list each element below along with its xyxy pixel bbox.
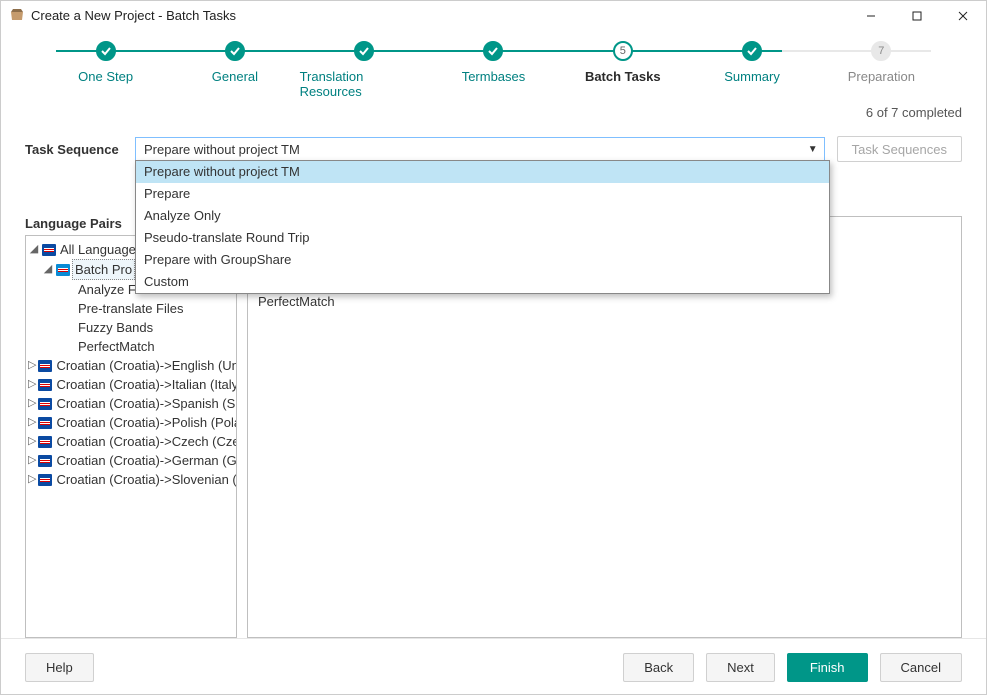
back-button[interactable]: Back xyxy=(623,653,694,682)
tree-item[interactable]: Croatian (Croatia)->Czech (Czec xyxy=(54,432,237,451)
expand-icon[interactable]: ▷ xyxy=(28,356,36,375)
flag-icon xyxy=(38,436,52,448)
close-button[interactable] xyxy=(940,1,986,31)
chevron-down-icon: ▼ xyxy=(808,144,818,155)
tree-item[interactable]: PerfectMatch xyxy=(76,337,157,356)
dropdown-option[interactable]: Prepare with GroupShare xyxy=(136,249,829,271)
finish-button[interactable]: Finish xyxy=(787,653,868,682)
expand-icon[interactable]: ▷ xyxy=(28,413,36,432)
step-number-icon: 5 xyxy=(613,41,633,61)
step-label: One Step xyxy=(78,69,133,84)
expand-icon[interactable]: ▷ xyxy=(28,394,36,413)
flag-icon xyxy=(42,244,56,256)
tree-item[interactable]: Croatian (Croatia)->Italian (Italy) xyxy=(54,375,237,394)
collapse-icon[interactable]: ◢ xyxy=(42,260,54,279)
expand-icon[interactable]: ▷ xyxy=(28,470,36,489)
step-label: Batch Tasks xyxy=(585,69,661,84)
next-button[interactable]: Next xyxy=(706,653,775,682)
check-icon xyxy=(742,41,762,61)
language-pairs-tree[interactable]: ◢All Language ◢Batch Pro Analyze Files P… xyxy=(25,235,237,638)
flag-icon xyxy=(38,360,52,372)
step-general[interactable]: General xyxy=(170,41,299,101)
tree-item-selected[interactable]: Batch Pro xyxy=(72,259,135,280)
wizard-stepper: One Step General Translation Resources T… xyxy=(1,31,986,101)
tree-item[interactable]: All Language xyxy=(58,240,138,259)
task-sequence-value: Prepare without project TM xyxy=(144,142,300,157)
dropdown-option[interactable]: Pseudo-translate Round Trip xyxy=(136,227,829,249)
flag-icon xyxy=(38,417,52,429)
step-preparation[interactable]: 7 Preparation xyxy=(817,41,946,101)
maximize-button[interactable] xyxy=(894,1,940,31)
task-sequence-dropdown: Prepare without project TM Prepare Analy… xyxy=(135,160,830,294)
check-icon xyxy=(225,41,245,61)
tree-item[interactable]: Croatian (Croatia)->Polish (Polan xyxy=(54,413,237,432)
tree-item[interactable]: Croatian (Croatia)->German (Ger xyxy=(54,451,237,470)
collapse-icon[interactable]: ◢ xyxy=(28,240,40,259)
tree-item[interactable]: Pre-translate Files xyxy=(76,299,185,318)
tree-item[interactable]: Croatian (Croatia)->Slovenian (Sl xyxy=(54,470,237,489)
flag-icon xyxy=(38,379,52,391)
completed-counter: 6 of 7 completed xyxy=(1,101,986,134)
app-icon xyxy=(9,6,25,25)
dropdown-option[interactable]: Prepare xyxy=(136,183,829,205)
check-icon xyxy=(483,41,503,61)
tree-item[interactable]: Croatian (Croatia)->English (Unit xyxy=(54,356,237,375)
dropdown-option[interactable]: Custom xyxy=(136,271,829,293)
task-sequence-row: Task Sequence Prepare without project TM… xyxy=(1,134,986,164)
window-title: Create a New Project - Batch Tasks xyxy=(31,8,848,23)
step-termbases[interactable]: Termbases xyxy=(429,41,558,101)
task-sequence-label: Task Sequence xyxy=(25,142,135,157)
dropdown-option[interactable]: Prepare without project TM xyxy=(136,161,829,183)
task-sequences-button[interactable]: Task Sequences xyxy=(837,136,962,162)
help-button[interactable]: Help xyxy=(25,653,94,682)
check-icon xyxy=(354,41,374,61)
step-label: Preparation xyxy=(848,69,915,84)
flag-icon xyxy=(38,474,52,486)
step-label: Summary xyxy=(724,69,780,84)
task-sequence-combobox[interactable]: Prepare without project TM ▼ xyxy=(135,137,825,161)
wizard-footer: Help Back Next Finish Cancel xyxy=(1,638,986,696)
step-batch-tasks[interactable]: 5 Batch Tasks xyxy=(558,41,687,101)
flag-icon xyxy=(38,455,52,467)
task-detail-item: PerfectMatch xyxy=(258,291,951,313)
check-icon xyxy=(96,41,116,61)
step-translation-resources[interactable]: Translation Resources xyxy=(300,41,429,101)
expand-icon[interactable]: ▷ xyxy=(28,432,36,451)
step-one-step[interactable]: One Step xyxy=(41,41,170,101)
step-label: Termbases xyxy=(462,69,526,84)
step-label: General xyxy=(212,69,258,84)
step-summary[interactable]: Summary xyxy=(687,41,816,101)
flag-icon xyxy=(38,398,52,410)
minimize-button[interactable] xyxy=(848,1,894,31)
step-number-icon: 7 xyxy=(871,41,891,61)
tree-item[interactable]: Croatian (Croatia)->Spanish (Spa xyxy=(54,394,237,413)
cancel-button[interactable]: Cancel xyxy=(880,653,962,682)
title-bar: Create a New Project - Batch Tasks xyxy=(1,1,986,31)
flag-icon xyxy=(56,264,70,276)
expand-icon[interactable]: ▷ xyxy=(28,375,36,394)
step-label: Translation Resources xyxy=(300,69,429,99)
dropdown-option[interactable]: Analyze Only xyxy=(136,205,829,227)
expand-icon[interactable]: ▷ xyxy=(28,451,36,470)
tree-item[interactable]: Fuzzy Bands xyxy=(76,318,155,337)
